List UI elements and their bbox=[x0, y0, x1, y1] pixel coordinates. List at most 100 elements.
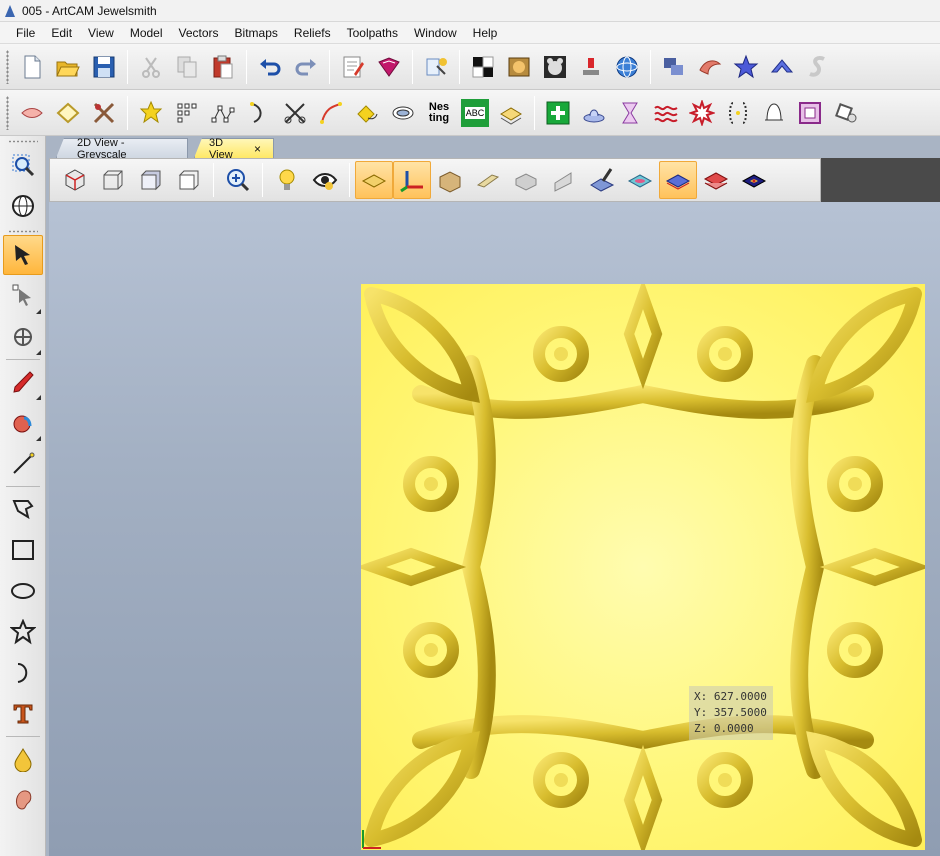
save-button[interactable] bbox=[86, 48, 122, 86]
eye-button[interactable] bbox=[306, 161, 344, 199]
ring-button[interactable] bbox=[14, 94, 50, 132]
select-arrow-button[interactable] bbox=[3, 235, 43, 275]
3d-view-toolbar bbox=[49, 158, 821, 202]
star-button[interactable] bbox=[3, 612, 43, 652]
gem-outline-button[interactable] bbox=[50, 94, 86, 132]
polyline-icon bbox=[12, 500, 34, 520]
image-button[interactable] bbox=[501, 48, 537, 86]
scissors-button[interactable] bbox=[277, 94, 313, 132]
menu-window[interactable]: Window bbox=[406, 22, 465, 44]
offset-button[interactable] bbox=[385, 94, 421, 132]
select-star-icon bbox=[139, 100, 163, 123]
undo-button[interactable] bbox=[252, 48, 288, 86]
toolbox-grip[interactable] bbox=[7, 230, 38, 233]
layer-stack-button[interactable] bbox=[493, 94, 529, 132]
drop-button[interactable] bbox=[3, 739, 43, 779]
text-button[interactable] bbox=[3, 694, 43, 734]
bowl-button[interactable] bbox=[576, 94, 612, 132]
toolbox-separator bbox=[5, 736, 40, 737]
polyline-button[interactable] bbox=[3, 489, 43, 529]
s-curve-button[interactable] bbox=[800, 48, 836, 86]
checker-button[interactable] bbox=[465, 48, 501, 86]
rotate-button[interactable] bbox=[828, 94, 864, 132]
toolbar-grip[interactable] bbox=[6, 95, 9, 130]
node-arrow-button[interactable] bbox=[3, 276, 43, 316]
box-button[interactable] bbox=[431, 161, 469, 199]
paint-brush-button[interactable] bbox=[3, 403, 43, 443]
toolbar-grip[interactable] bbox=[6, 49, 9, 84]
arc-button[interactable] bbox=[241, 94, 277, 132]
menu-reliefs[interactable]: Reliefs bbox=[286, 22, 339, 44]
wizard-button[interactable] bbox=[418, 48, 454, 86]
pen-button[interactable] bbox=[3, 362, 43, 402]
bracket-button[interactable] bbox=[720, 94, 756, 132]
star-shape-button[interactable] bbox=[728, 48, 764, 86]
sphere-mesh-button[interactable] bbox=[609, 48, 645, 86]
iso-view-button[interactable] bbox=[56, 161, 94, 199]
wire-cube-1-button[interactable] bbox=[94, 161, 132, 199]
teddy-button[interactable] bbox=[537, 48, 573, 86]
layers-button[interactable] bbox=[656, 48, 692, 86]
redo-button[interactable] bbox=[288, 48, 324, 86]
ear-button[interactable] bbox=[3, 780, 43, 820]
paste-button[interactable] bbox=[205, 48, 241, 86]
notes-button[interactable] bbox=[335, 48, 371, 86]
arrow-shape-button[interactable] bbox=[764, 48, 800, 86]
toolbox-grip[interactable] bbox=[7, 140, 38, 143]
line-button[interactable] bbox=[3, 444, 43, 484]
new-file-button[interactable] bbox=[14, 48, 50, 86]
hourglass-button[interactable] bbox=[612, 94, 648, 132]
cube-grey-button[interactable] bbox=[507, 161, 545, 199]
menu-toolpaths[interactable]: Toolpaths bbox=[339, 22, 406, 44]
plane-button[interactable] bbox=[355, 161, 393, 199]
arc-tool-button[interactable] bbox=[3, 653, 43, 693]
plane-dark-button[interactable] bbox=[735, 161, 773, 199]
menu-model[interactable]: Model bbox=[122, 22, 171, 44]
add-green-button[interactable] bbox=[540, 94, 576, 132]
flip-shape-button[interactable] bbox=[349, 94, 385, 132]
3d-viewport[interactable]: X: 627.0000 Y: 357.5000 Z: 0.0000 bbox=[49, 202, 940, 856]
text-grid-button[interactable]: ABC bbox=[457, 94, 493, 132]
cut-button[interactable] bbox=[133, 48, 169, 86]
bar-button[interactable] bbox=[469, 161, 507, 199]
select-star-button[interactable] bbox=[133, 94, 169, 132]
menu-help[interactable]: Help bbox=[465, 22, 506, 44]
menu-vectors[interactable]: Vectors bbox=[171, 22, 227, 44]
rectangle-button[interactable] bbox=[3, 530, 43, 570]
zoom-region-button[interactable] bbox=[3, 145, 43, 185]
node-edit-button[interactable] bbox=[205, 94, 241, 132]
ellipse-button[interactable] bbox=[3, 571, 43, 611]
frame-button[interactable] bbox=[792, 94, 828, 132]
menu-edit[interactable]: Edit bbox=[43, 22, 80, 44]
book-button[interactable] bbox=[371, 48, 407, 86]
globe-button[interactable] bbox=[3, 186, 43, 226]
menu-view[interactable]: View bbox=[80, 22, 122, 44]
brush-3d-button[interactable] bbox=[583, 161, 621, 199]
rainbow-button[interactable] bbox=[621, 161, 659, 199]
leaf-button[interactable] bbox=[692, 48, 728, 86]
copy-button[interactable] bbox=[169, 48, 205, 86]
close-tab-icon[interactable]: × bbox=[254, 142, 261, 156]
wave-button[interactable] bbox=[648, 94, 684, 132]
menu-bitmaps[interactable]: Bitmaps bbox=[227, 22, 286, 44]
nesting-button[interactable]: Nes ting bbox=[421, 94, 457, 132]
slab-button[interactable] bbox=[545, 161, 583, 199]
menu-file[interactable]: File bbox=[8, 22, 43, 44]
light-button[interactable] bbox=[268, 161, 306, 199]
bezier-button[interactable] bbox=[313, 94, 349, 132]
tab-3d-view[interactable]: 3D View × bbox=[194, 138, 274, 158]
nodes-button[interactable] bbox=[169, 94, 205, 132]
bell-button[interactable] bbox=[756, 94, 792, 132]
tab-2d-view[interactable]: 2D View - Greyscale bbox=[56, 138, 188, 158]
transform-button[interactable] bbox=[3, 317, 43, 357]
stamp-button[interactable] bbox=[573, 48, 609, 86]
burst-button[interactable] bbox=[684, 94, 720, 132]
wire-cube-2-button[interactable] bbox=[170, 161, 208, 199]
zoom-button[interactable] bbox=[219, 161, 257, 199]
tools-button[interactable] bbox=[86, 94, 122, 132]
open-button[interactable] bbox=[50, 48, 86, 86]
plane-blue-button[interactable] bbox=[659, 161, 697, 199]
plane-red-button[interactable] bbox=[697, 161, 735, 199]
axis-button[interactable] bbox=[393, 161, 431, 199]
solid-cube-button[interactable] bbox=[132, 161, 170, 199]
